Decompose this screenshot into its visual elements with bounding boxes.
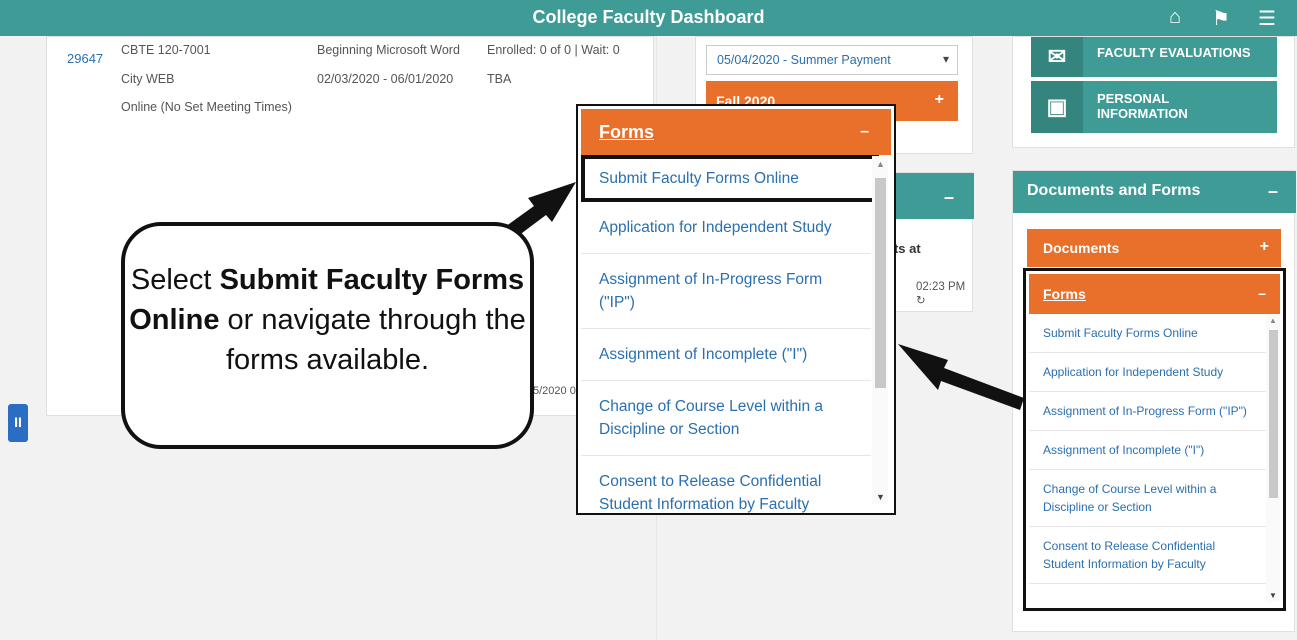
forms-label: Forms [599, 122, 655, 142]
form-link[interactable]: Assignment of In-Progress Form ("IP") [581, 254, 871, 329]
instruction-prefix: Select [130, 264, 220, 296]
form-link[interactable]: Application for Independent Study [581, 202, 871, 254]
form-link[interactable]: Change of Course Level within a Discipli… [581, 381, 871, 456]
forms-zoom-callout: Forms – Submit Faculty Forms Online Appl… [576, 104, 896, 515]
forms-list-zoomed: Submit Faculty Forms Online Application … [581, 155, 879, 513]
scroll-up-icon[interactable]: ▲ [876, 159, 885, 169]
instruction-suffix: or navigate through the forms available. [219, 304, 526, 376]
collapse-icon: – [860, 123, 869, 140]
instruction-callout: Select Submit Faculty Forms Online or na… [121, 222, 534, 449]
form-link[interactable]: Consent to Release Confidential Student … [581, 456, 871, 513]
forms-accordion-header-zoomed[interactable]: Forms – [581, 109, 891, 155]
form-link[interactable]: Assignment of Incomplete ("I") [581, 329, 871, 381]
scroll-down-icon[interactable]: ▼ [876, 492, 885, 502]
instruction-text: Select Submit Faculty Forms Online or na… [125, 260, 530, 380]
scrollbar-thumb[interactable] [875, 178, 886, 388]
app-window: College Faculty Dashboard ⌂ ⚑ ☰ 29647 CB… [0, 0, 1297, 640]
arrow-to-zoomed-forms [898, 344, 1024, 410]
forms-scrollbar-zoomed[interactable]: ▲ ▼ [872, 156, 888, 504]
submit-faculty-forms-link[interactable]: Submit Faculty Forms Online [581, 155, 879, 202]
